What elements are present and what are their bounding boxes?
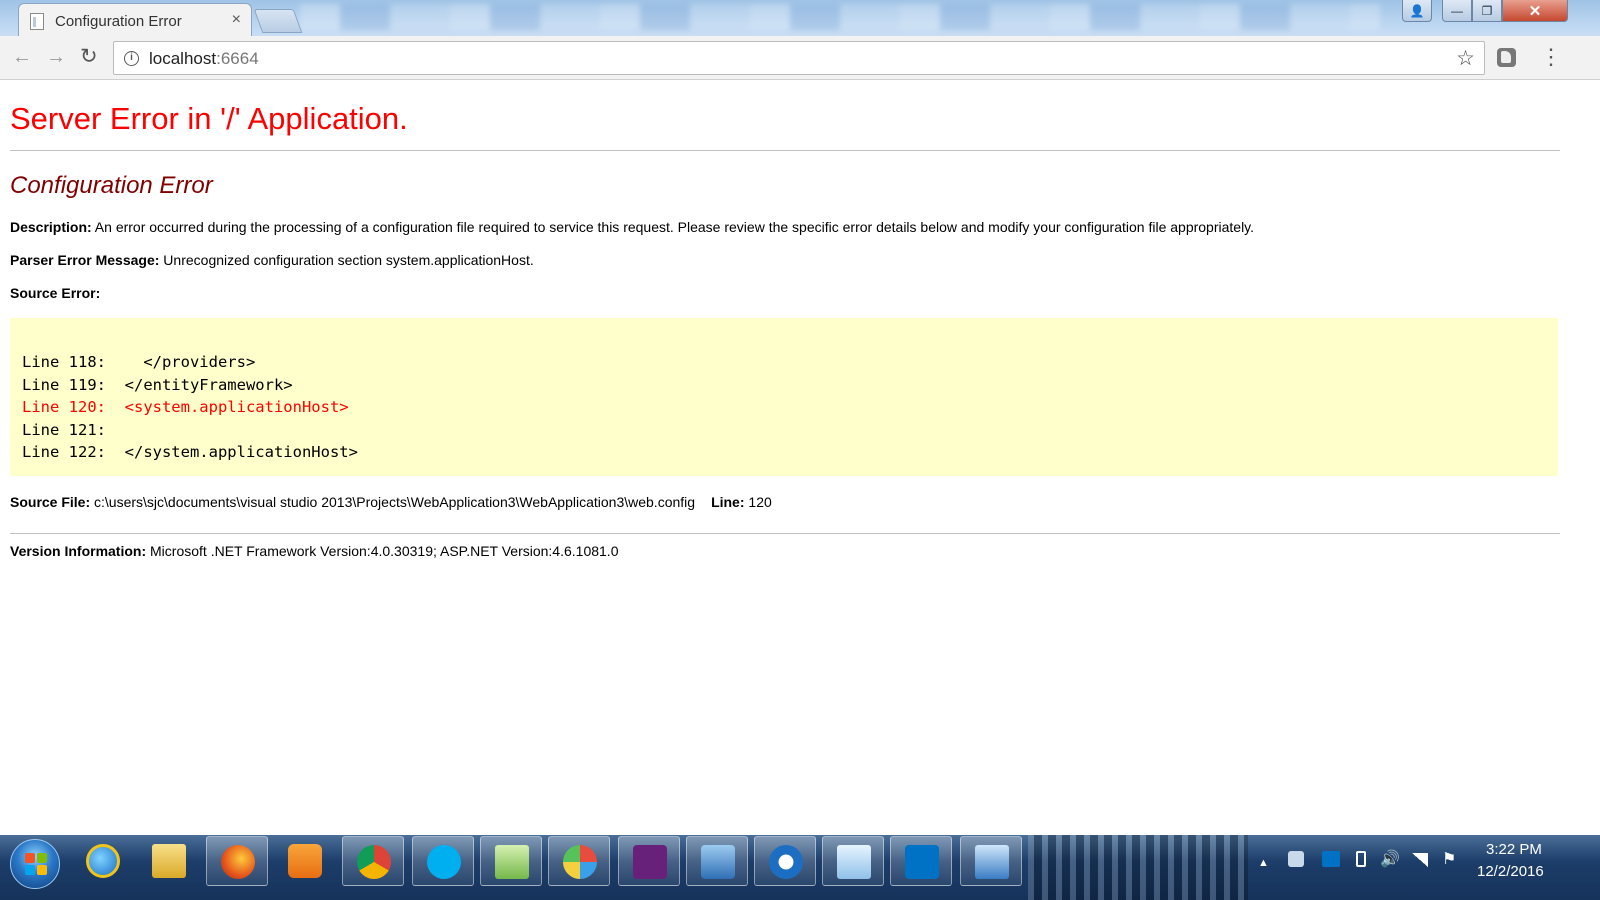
back-button[interactable]: ← — [12, 46, 32, 68]
code-line-error: Line 120: <system.applicationHost> — [22, 398, 349, 417]
page-icon — [30, 13, 44, 30]
reload-button[interactable]: ↻ — [80, 46, 98, 68]
notepad-plus-icon — [495, 845, 529, 879]
taskbar-internet-explorer[interactable] — [72, 836, 134, 886]
show-hidden-icons-icon[interactable]: ▲ — [1258, 854, 1269, 872]
taskbar-network[interactable] — [686, 836, 748, 886]
media-player-icon — [288, 844, 322, 878]
extension-icon[interactable] — [1497, 48, 1516, 67]
close-window-button[interactable]: ✕ — [1502, 0, 1568, 22]
site-info-icon[interactable]: i — [124, 51, 139, 66]
profile-button[interactable]: 👤 — [1402, 0, 1432, 22]
desktop-background-blur — [300, 4, 1380, 30]
firefox-icon — [221, 845, 255, 879]
page-title: Server Error in '/' Application. — [10, 101, 408, 136]
source-code-block: Line 118: </providers> Line 119: </entit… — [10, 318, 1558, 476]
file-explorer-icon — [152, 844, 186, 878]
taskbar-visual-studio[interactable] — [618, 836, 680, 886]
title-bar: Configuration Error × — [0, 0, 1600, 36]
taskbar-notepad-plus[interactable] — [480, 836, 542, 886]
clock-date[interactable]: 12/2/2016 — [1477, 863, 1544, 881]
chat-icon — [769, 845, 803, 879]
new-tab-button[interactable] — [253, 9, 303, 33]
url-host: localhost — [149, 49, 217, 68]
forward-button[interactable]: → — [46, 46, 66, 68]
taskbar-firefox[interactable] — [206, 836, 268, 886]
description: Description: An error occurred during th… — [10, 218, 1560, 236]
battery-icon[interactable] — [1356, 851, 1366, 867]
network-signal-icon[interactable] — [1412, 853, 1428, 867]
taskbar-background — [1028, 835, 1248, 900]
notepad-icon — [837, 845, 871, 879]
taskbar-chrome[interactable] — [342, 836, 404, 886]
taskbar-media-player[interactable] — [274, 836, 336, 886]
source-error-heading: Source Error: — [10, 284, 1560, 302]
error-subtitle: Configuration Error — [10, 172, 213, 199]
outlook-icon — [905, 845, 939, 879]
browser-menu-icon[interactable]: ⋮ — [1540, 45, 1562, 69]
taskbar-notepad[interactable] — [822, 836, 884, 886]
outlook-tray-icon[interactable] — [1322, 851, 1340, 867]
start-button[interactable] — [10, 839, 60, 889]
network-shield-icon — [701, 845, 735, 879]
bookmark-star-icon[interactable]: ☆ — [1456, 46, 1475, 71]
divider — [10, 150, 1560, 151]
source-error-label: Source Error: — [10, 285, 101, 301]
remote-desktop-icon — [975, 845, 1009, 879]
taskbar-paint[interactable] — [548, 836, 610, 886]
parser-error-message: Parser Error Message: Unrecognized confi… — [10, 251, 1560, 269]
internet-explorer-icon — [86, 844, 120, 878]
parser-error-text: Unrecognized configuration section syste… — [159, 252, 534, 268]
line-number: 120 — [744, 494, 772, 510]
skype-icon — [427, 845, 461, 879]
version-label: Version Information: — [10, 543, 147, 559]
taskbar: ▲ 🔊 ⚑ 3:22 PM 12/2/2016 — [0, 835, 1600, 900]
chrome-icon — [357, 845, 391, 879]
taskbar-outlook[interactable] — [890, 836, 952, 886]
source-file-label: Source File: — [10, 494, 91, 510]
line-label: Line: — [711, 494, 745, 510]
taskbar-remote-desktop[interactable] — [960, 836, 1022, 886]
version-text: Microsoft .NET Framework Version:4.0.303… — [146, 543, 619, 559]
source-file-path: c:\users\sjc\documents\visual studio 201… — [90, 494, 696, 510]
taskbar-skype[interactable] — [412, 836, 474, 886]
maximize-button[interactable]: ❐ — [1472, 0, 1502, 22]
divider — [10, 533, 1560, 534]
minimize-button[interactable]: — — [1442, 0, 1472, 22]
url-text[interactable]: localhost:6664 — [149, 49, 259, 69]
volume-icon[interactable]: 🔊 — [1380, 851, 1400, 869]
clock-time[interactable]: 3:22 PM — [1486, 841, 1542, 859]
windows-logo-icon — [25, 853, 47, 875]
taskbar-chat[interactable] — [754, 836, 816, 886]
parser-error-label: Parser Error Message: — [10, 252, 160, 268]
address-bar[interactable]: i localhost:6664 ☆ — [113, 41, 1485, 75]
action-center-flag-icon[interactable]: ⚑ — [1442, 851, 1456, 869]
taskbar-file-explorer[interactable] — [138, 836, 200, 886]
tab-configuration-error[interactable]: Configuration Error × — [18, 3, 252, 36]
page-content: Server Error in '/' Application. Configu… — [10, 80, 1560, 560]
profile-icon: 👤 — [1409, 3, 1425, 18]
code-line: Line 119: </entityFramework> — [22, 375, 293, 394]
close-tab-icon[interactable]: × — [232, 11, 241, 29]
description-text: An error occurred during the processing … — [91, 219, 1255, 235]
visual-studio-icon — [633, 845, 667, 879]
version-information: Version Information: Microsoft .NET Fram… — [10, 542, 1560, 560]
code-line: Line 122: </system.applicationHost> — [22, 443, 358, 462]
browser-toolbar: ← → ↻ i localhost:6664 ☆ ⋮ — [0, 36, 1600, 80]
sync-icon[interactable] — [1288, 851, 1304, 867]
description-label: Description: — [10, 219, 92, 235]
paint-icon — [563, 845, 597, 879]
source-file-info: Source File: c:\users\sjc\documents\visu… — [10, 493, 1560, 511]
tab-title: Configuration Error — [55, 13, 182, 30]
code-line: Line 121: — [22, 420, 106, 439]
url-port: :6664 — [216, 49, 259, 68]
code-line: Line 118: </providers> — [22, 353, 256, 371]
